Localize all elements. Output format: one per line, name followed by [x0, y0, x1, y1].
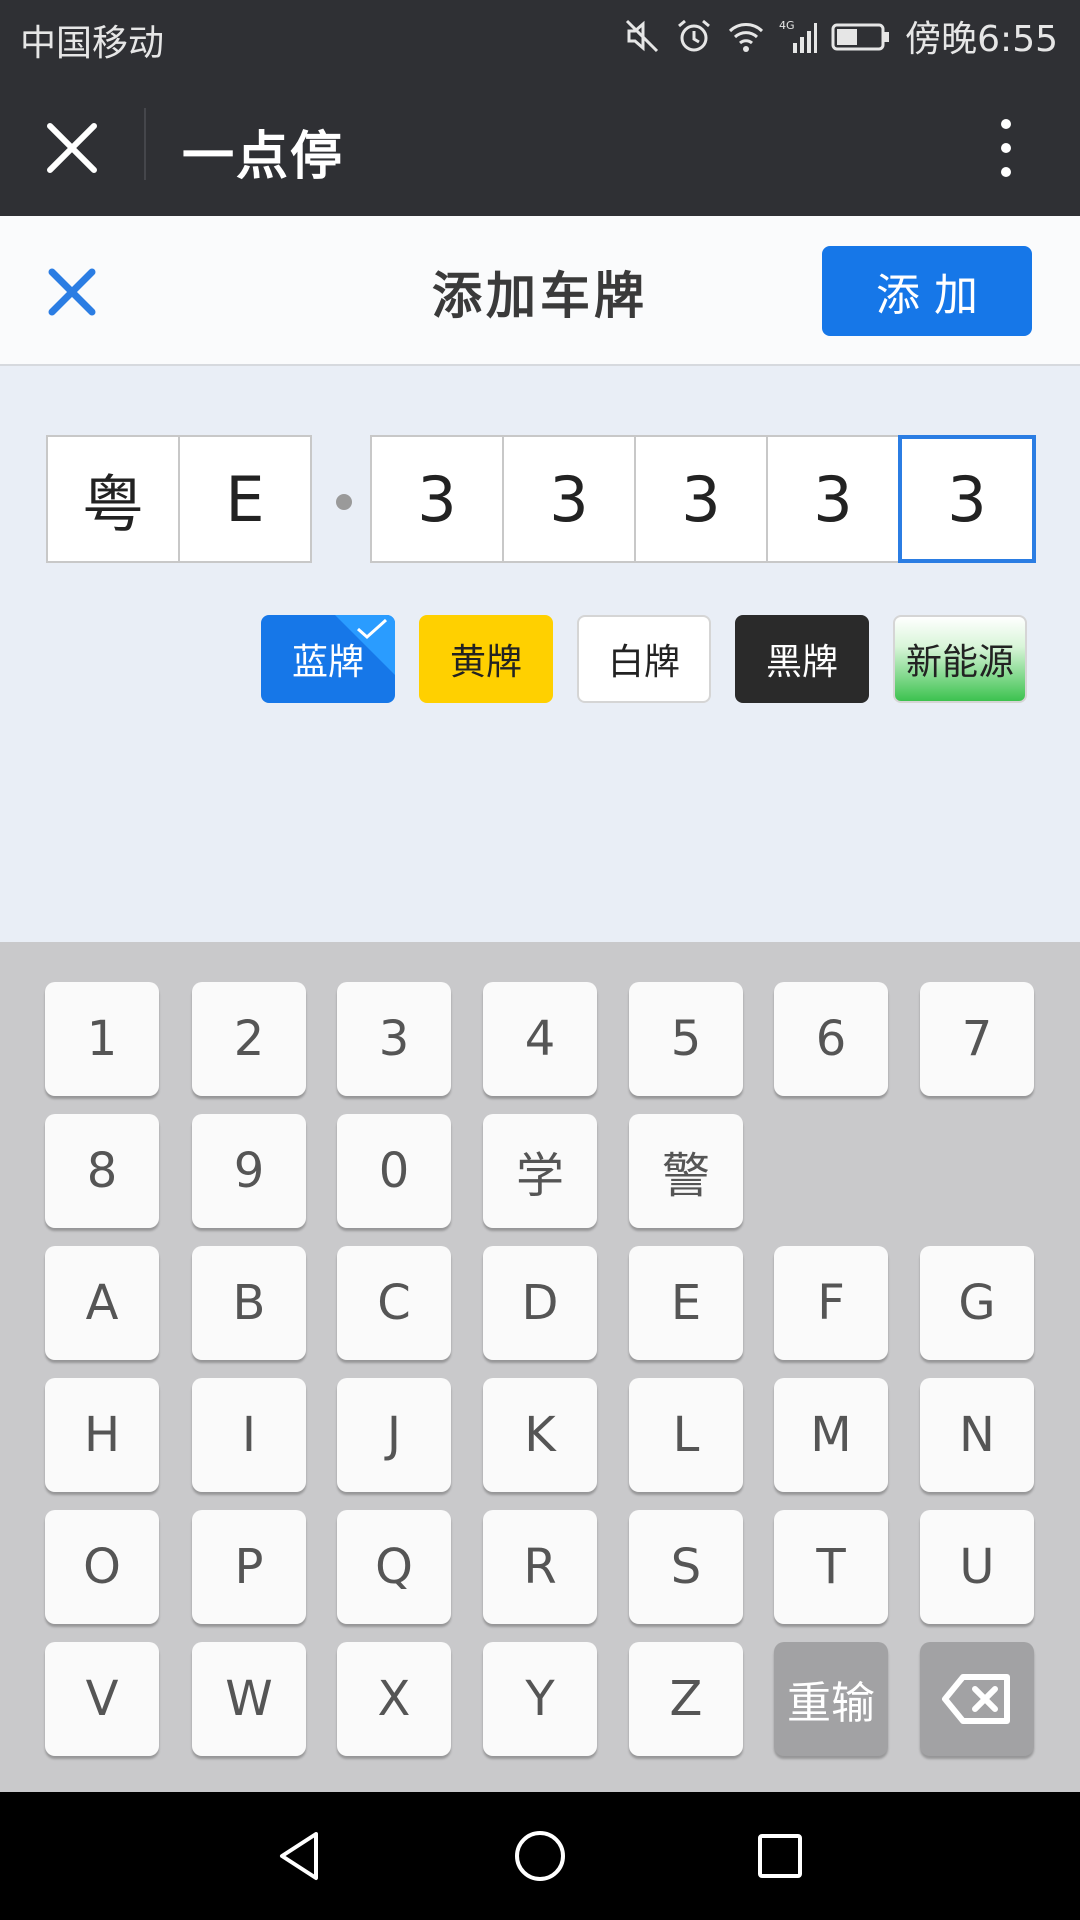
- plate-separator-dot: [336, 494, 352, 510]
- key-F[interactable]: F: [774, 1246, 888, 1360]
- plate-digit-cell[interactable]: 3: [766, 435, 900, 563]
- key-P[interactable]: P: [192, 1510, 306, 1624]
- add-button[interactable]: 添加: [822, 246, 1032, 336]
- plate-number: 3 3 3 3 3: [370, 435, 1036, 563]
- key-B[interactable]: B: [192, 1246, 306, 1360]
- key-5[interactable]: 5: [629, 982, 743, 1096]
- close-icon[interactable]: [40, 116, 104, 180]
- app-bar: 一点停: [0, 72, 1080, 216]
- key-K[interactable]: K: [483, 1378, 597, 1492]
- key-U[interactable]: U: [920, 1510, 1034, 1624]
- signal-icon: 4G: [779, 19, 818, 53]
- status-bar: 中国移动 4G 傍晚6:55: [0, 0, 1080, 72]
- key-A[interactable]: A: [45, 1246, 159, 1360]
- key-学[interactable]: 学: [483, 1114, 597, 1228]
- key-X[interactable]: X: [337, 1642, 451, 1756]
- key-C[interactable]: C: [337, 1246, 451, 1360]
- carrier-name: 中国移动: [20, 23, 165, 64]
- key-I[interactable]: I: [192, 1378, 306, 1492]
- plate-digit-cell[interactable]: 3: [502, 435, 636, 563]
- page-header: 添加车牌 添加: [0, 216, 1080, 366]
- status-icons: 4G 傍晚6:55: [623, 12, 1058, 60]
- plate-digit-cell-active[interactable]: 3: [898, 435, 1036, 563]
- key-R[interactable]: R: [483, 1510, 597, 1624]
- wifi-icon: [729, 23, 764, 52]
- key-6[interactable]: 6: [774, 982, 888, 1096]
- svg-text:4G: 4G: [779, 19, 795, 32]
- key-H[interactable]: H: [45, 1378, 159, 1492]
- plate-digit-cell[interactable]: 3: [370, 435, 504, 563]
- key-G[interactable]: G: [920, 1246, 1034, 1360]
- plate-color-label: 黑牌: [765, 642, 838, 683]
- plate-digit-cell[interactable]: 3: [634, 435, 768, 563]
- home-icon[interactable]: [512, 1828, 568, 1884]
- plate-color-selector: 蓝牌 黄牌 白牌 黑牌 新能源: [261, 615, 1027, 703]
- key-M[interactable]: M: [774, 1378, 888, 1492]
- back-icon[interactable]: [272, 1828, 328, 1884]
- key-L[interactable]: L: [629, 1378, 743, 1492]
- key-J[interactable]: J: [337, 1378, 451, 1492]
- key-T[interactable]: T: [774, 1510, 888, 1624]
- plate-province-cell[interactable]: 粤: [46, 435, 180, 563]
- key-S[interactable]: S: [629, 1510, 743, 1624]
- key-Y[interactable]: Y: [483, 1642, 597, 1756]
- more-options-icon[interactable]: [990, 116, 1022, 180]
- key-7[interactable]: 7: [920, 982, 1034, 1096]
- key-W[interactable]: W: [192, 1642, 306, 1756]
- app-bar-divider: [144, 108, 146, 180]
- clock: 傍晚6:55: [905, 19, 1058, 60]
- key-警[interactable]: 警: [629, 1114, 743, 1228]
- plate-letter-cell[interactable]: E: [178, 435, 312, 563]
- key-4[interactable]: 4: [483, 982, 597, 1096]
- key-0[interactable]: 0: [337, 1114, 451, 1228]
- reset-key[interactable]: 重输: [774, 1642, 888, 1756]
- key-D[interactable]: D: [483, 1246, 597, 1360]
- key-Q[interactable]: Q: [337, 1510, 451, 1624]
- key-8[interactable]: 8: [45, 1114, 159, 1228]
- plate-prefix: 粤 E: [46, 435, 312, 563]
- checkmark-icon: [357, 618, 388, 640]
- key-V[interactable]: V: [45, 1642, 159, 1756]
- plate-color-blue[interactable]: 蓝牌: [261, 615, 395, 703]
- backspace-key[interactable]: [920, 1642, 1034, 1756]
- alarm-icon: [678, 19, 711, 52]
- plate-color-white[interactable]: 白牌: [577, 615, 711, 703]
- app-title: 一点停: [182, 127, 345, 187]
- plate-color-yellow[interactable]: 黄牌: [419, 615, 553, 703]
- mute-icon: [626, 19, 659, 53]
- plate-color-label: 白牌: [607, 642, 680, 683]
- backspace-icon: [942, 1674, 1010, 1724]
- battery-icon: [831, 23, 890, 51]
- plate-color-new-energy[interactable]: 新能源: [893, 615, 1027, 703]
- recents-icon[interactable]: [752, 1828, 808, 1884]
- key-O[interactable]: O: [45, 1510, 159, 1624]
- key-9[interactable]: 9: [192, 1114, 306, 1228]
- plate-color-label: 新能源: [905, 642, 1014, 683]
- system-nav-bar: [0, 1792, 1080, 1920]
- key-3[interactable]: 3: [337, 982, 451, 1096]
- plate-color-label: 黄牌: [449, 642, 522, 683]
- key-E[interactable]: E: [629, 1246, 743, 1360]
- key-1[interactable]: 1: [45, 982, 159, 1096]
- key-2[interactable]: 2: [192, 982, 306, 1096]
- plate-color-black[interactable]: 黑牌: [735, 615, 869, 703]
- plate-keyboard: 1 2 3 4 5 6 7 8 9 0 学警 A B C D E F G H I J K L M N O P Q R S T U V W X Y Z 重输: [0, 942, 1080, 1792]
- key-N[interactable]: N: [920, 1378, 1034, 1492]
- key-Z[interactable]: Z: [629, 1642, 743, 1756]
